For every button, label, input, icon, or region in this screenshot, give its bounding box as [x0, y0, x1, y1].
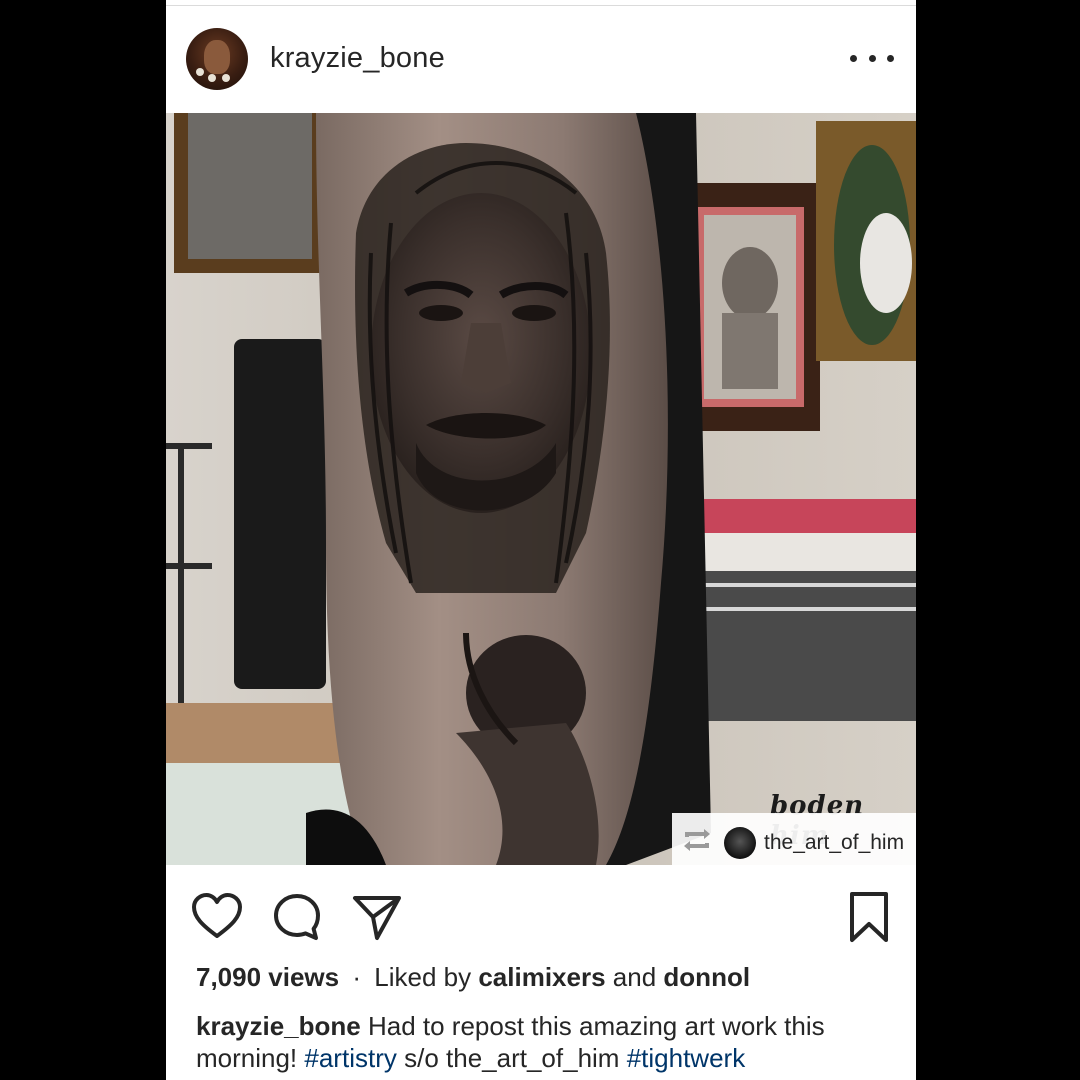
heart-icon[interactable] — [190, 890, 244, 944]
liked-by-and: and — [612, 962, 657, 992]
repost-avatar — [724, 827, 756, 859]
views-and-likes: 7,090 views · Liked by calimixers and do… — [196, 962, 750, 993]
comment-icon[interactable] — [270, 890, 324, 944]
hashtag-tightwerk[interactable]: #tightwerk — [627, 1043, 746, 1073]
paper-plane-icon[interactable] — [350, 890, 404, 944]
liked-by-user[interactable]: calimixers — [478, 962, 605, 992]
post-header: krayzie_bone — [166, 6, 916, 113]
liked-by-prefix: Liked by — [374, 962, 472, 992]
hashtag-artistry[interactable]: #artistry — [304, 1043, 396, 1073]
separator-dot: · — [352, 962, 362, 992]
liked-by-other[interactable]: donnol — [663, 962, 750, 992]
more-options-icon[interactable] — [850, 46, 894, 70]
profile-avatar[interactable] — [186, 28, 248, 90]
caption-text-2: s/o — [404, 1043, 439, 1073]
avatar-skull-charm — [222, 74, 230, 82]
views-count[interactable]: 7,090 views — [196, 962, 339, 992]
avatar-skull-charm — [196, 68, 204, 76]
instagram-post-card: krayzie_bone boden the_art_of_him 7,090 … — [166, 0, 916, 1080]
avatar-skull-charm — [208, 74, 216, 82]
repost-icon — [684, 829, 710, 851]
caption-author[interactable]: krayzie_bone — [196, 1011, 361, 1041]
caption-mention[interactable]: the_art_of_him — [446, 1043, 619, 1073]
bookmark-icon[interactable] — [842, 890, 896, 944]
repost-badge[interactable]: the_art_of_him — [672, 813, 916, 865]
avatar-face — [204, 40, 230, 74]
post-username[interactable]: krayzie_bone — [270, 42, 445, 75]
tattoo-photo — [166, 113, 916, 865]
repost-username: the_art_of_him — [764, 831, 905, 854]
post-media[interactable]: boden him the_art_of_him — [166, 113, 916, 865]
action-bar — [166, 872, 916, 958]
post-caption: krayzie_bone Had to repost this amazing … — [196, 1010, 896, 1074]
